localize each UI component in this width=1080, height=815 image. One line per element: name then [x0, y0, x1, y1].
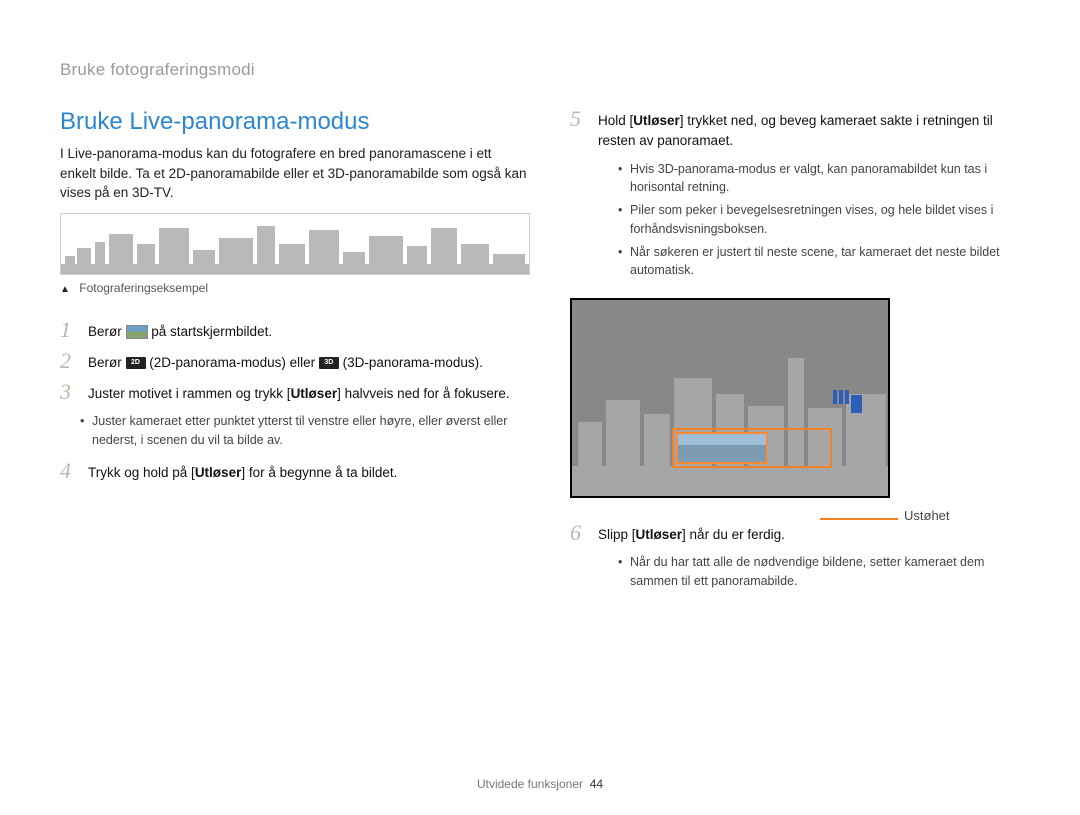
step-2-text-mid: (2D-panorama-modus) eller: [149, 355, 319, 370]
footer-section: Utvidede funksjoner: [477, 777, 583, 791]
step-6-text-b: ] når du er ferdig.: [682, 527, 785, 542]
preview-box: [672, 428, 832, 468]
intro-paragraph: I Live-panorama-modus kan du fotografere…: [60, 144, 530, 203]
section-label: Bruke fotograferingsmodi: [60, 60, 1020, 80]
step-text: Berør 2D (2D-panorama-modus) eller 3D (3…: [88, 350, 483, 373]
step-3-text-a: Juster motivet i rammen og trykk [: [88, 386, 291, 401]
step-text: Berør på startskjermbildet.: [88, 319, 272, 342]
caption-text: Fotograferingseksempel: [79, 281, 208, 295]
step-text: Slipp [Utløser] når du er ferdig.: [598, 522, 785, 545]
step-2: 2 Berør 2D (2D-panorama-modus) eller 3D …: [60, 350, 530, 373]
panorama-example-illustration: [60, 213, 530, 275]
step-6-text-a: Slipp [: [598, 527, 636, 542]
page-title: Bruke Live-panorama-modus: [60, 108, 530, 136]
step-number: 5: [570, 108, 588, 130]
step-6-bullet-1: Når du har tatt alle de nødvendige bilde…: [618, 553, 1020, 591]
callout-label: Ustøhet: [904, 508, 950, 523]
step-4: 4 Trykk og hold på [Utløser] for å begyn…: [60, 460, 530, 483]
step-number: 2: [60, 350, 78, 372]
direction-arrow-icon: [833, 390, 864, 413]
left-column: Bruke Live-panorama-modus I Live-panoram…: [60, 108, 530, 595]
preview-inner-frame: [676, 432, 768, 464]
step-3: 3 Juster motivet i rammen og trykk [Utlø…: [60, 381, 530, 404]
panorama-2d-icon: 2D: [126, 357, 146, 369]
step-4-text-a: Trykk og hold på [: [88, 465, 195, 480]
step-text: Trykk og hold på [Utløser] for å begynne…: [88, 460, 397, 483]
step-number: 3: [60, 381, 78, 403]
shutter-bold: Utløser: [195, 465, 242, 480]
step-number: 1: [60, 319, 78, 341]
viewfinder-illustration: [570, 298, 890, 498]
step-number: 6: [570, 522, 588, 544]
step-2-text-b: (3D-panorama-modus).: [343, 355, 483, 370]
step-5-bullet-3: Når søkeren er justert til neste scene, …: [618, 243, 1020, 281]
right-column: 5 Hold [Utløser] trykket ned, og beveg k…: [570, 108, 1020, 595]
figure-caption: Fotograferingseksempel: [60, 281, 530, 295]
page-footer: Utvidede funksjoner 44: [0, 777, 1080, 791]
panorama-mode-icon: [126, 325, 148, 339]
step-text: Juster motivet i rammen og trykk [Utløse…: [88, 381, 510, 404]
callout-leader-line: [820, 518, 898, 520]
panorama-3d-icon: 3D: [319, 357, 339, 369]
page-number: 44: [590, 777, 603, 791]
step-text: Hold [Utløser] trykket ned, og beveg kam…: [598, 108, 1020, 152]
step-number: 4: [60, 460, 78, 482]
step-5-text-a: Hold [: [598, 113, 633, 128]
shutter-bold: Utløser: [291, 386, 338, 401]
step-5-bullet-1: Hvis 3D-panorama-modus er valgt, kan pan…: [618, 160, 1020, 198]
page-columns: Bruke Live-panorama-modus I Live-panoram…: [60, 108, 1020, 595]
step-6: 6 Slipp [Utløser] når du er ferdig.: [570, 522, 1020, 545]
shutter-bold: Utløser: [636, 527, 683, 542]
step-3-text-b: ] halvveis ned for å fokusere.: [337, 386, 510, 401]
step-5-bullet-2: Piler som peker i bevegelsesretningen vi…: [618, 201, 1020, 239]
shutter-bold: Utløser: [633, 113, 680, 128]
step-2-text-a: Berør: [88, 355, 126, 370]
step-3-sub: Juster kameraet etter punktet ytterst ti…: [80, 412, 530, 450]
step-1: 1 Berør på startskjermbildet.: [60, 319, 530, 342]
step-1-text-b: på startskjermbildet.: [151, 324, 272, 339]
step-4-text-b: ] for å begynne å ta bildet.: [241, 465, 397, 480]
step-5: 5 Hold [Utløser] trykket ned, og beveg k…: [570, 108, 1020, 152]
step-1-text-a: Berør: [88, 324, 126, 339]
